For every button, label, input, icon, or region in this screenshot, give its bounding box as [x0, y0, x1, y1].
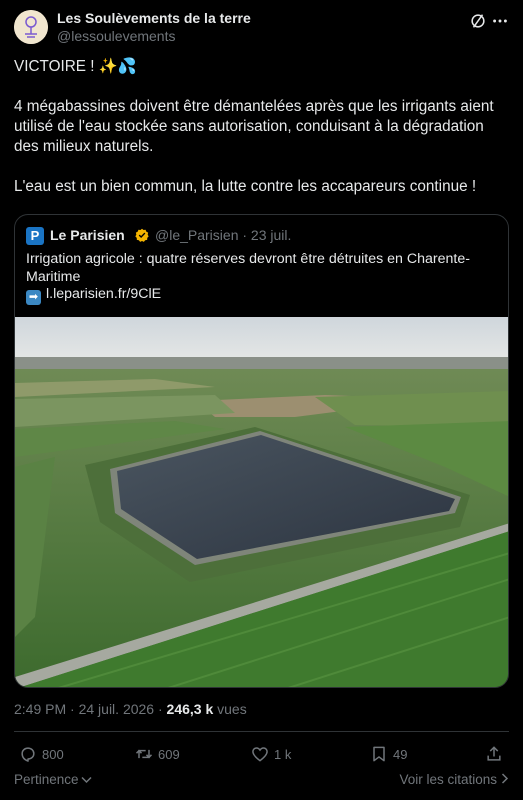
share-button[interactable]	[484, 742, 508, 766]
tweet-text: VICTOIRE ! ✨💦 4 mégabassines doivent êtr…	[14, 57, 510, 197]
view-quotes-label: Voir les citations	[399, 772, 497, 787]
repost-count: 609	[158, 746, 180, 762]
views-label: vues	[213, 701, 247, 717]
reply-count: 800	[42, 746, 64, 762]
grok-icon[interactable]	[469, 12, 487, 30]
le-parisien-logo-icon: P	[26, 227, 44, 245]
tweet-timestamp[interactable]: 2:49 PM · 24 juil. 2026 ·	[14, 701, 167, 717]
tweet-paragraph: 4 mégabassines doivent être démantelées …	[14, 98, 494, 155]
author-handle[interactable]: @lessoulevements	[57, 28, 176, 44]
chevron-down-icon	[81, 776, 92, 784]
tweet-paragraph: L'eau est un bien commun, la lutte contr…	[14, 178, 477, 195]
more-options-icon[interactable]	[491, 12, 509, 30]
bookmark-count: 49	[393, 746, 408, 762]
heart-icon	[252, 747, 268, 762]
repost-button[interactable]: 609	[134, 742, 180, 766]
arrow-right-icon: ➡	[26, 290, 41, 305]
tweet-line-victoire: VICTOIRE ! ✨💦	[14, 58, 137, 75]
quoted-tweet-card[interactable]: P Le Parisien @le_Parisien · 23 juil. Ir…	[14, 214, 509, 688]
repost-icon	[135, 749, 153, 759]
bookmark-icon	[373, 746, 385, 762]
reply-icon	[21, 747, 35, 762]
like-button[interactable]: 1 k	[250, 742, 291, 766]
sort-dropdown-label: Pertinence	[14, 772, 79, 787]
chevron-right-icon	[501, 773, 509, 784]
tweet-meta: 2:49 PM · 24 juil. 2026 · 246,3 k vues	[14, 701, 247, 717]
replies-footer: Pertinence Voir les citations	[14, 772, 509, 792]
view-quotes-link[interactable]: Voir les citations	[399, 772, 509, 787]
tweet-header: Les Soulèvements de la terre @lessouleve…	[14, 8, 509, 48]
quote-link-text[interactable]: l.leparisien.fr/9ClE	[46, 286, 161, 302]
views-count: 246,3 k	[166, 701, 214, 717]
reservoir-aerial-photo[interactable]	[15, 317, 508, 687]
quote-handle-date: @le_Parisien · 23 juil.	[155, 227, 292, 243]
reply-button[interactable]: 800	[18, 742, 64, 766]
like-count: 1 k	[274, 746, 292, 762]
bookmark-button[interactable]: 49	[369, 742, 407, 766]
tweet-actions: 800 609 1 k 49	[14, 742, 509, 766]
author-name[interactable]: Les Soulèvements de la terre	[57, 10, 251, 26]
quote-text: Irrigation agricole : quatre réserves de…	[26, 251, 470, 285]
quote-link[interactable]: ➡ l.leparisien.fr/9ClE	[26, 285, 161, 305]
sort-dropdown[interactable]: Pertinence	[14, 772, 92, 787]
quote-header: P Le Parisien @le_Parisien · 23 juil.	[26, 225, 496, 245]
author-avatar[interactable]	[14, 10, 48, 44]
divider	[14, 731, 509, 732]
quote-author-name[interactable]: Le Parisien	[50, 227, 125, 243]
share-icon	[487, 746, 501, 761]
verified-badge-icon	[135, 228, 149, 242]
